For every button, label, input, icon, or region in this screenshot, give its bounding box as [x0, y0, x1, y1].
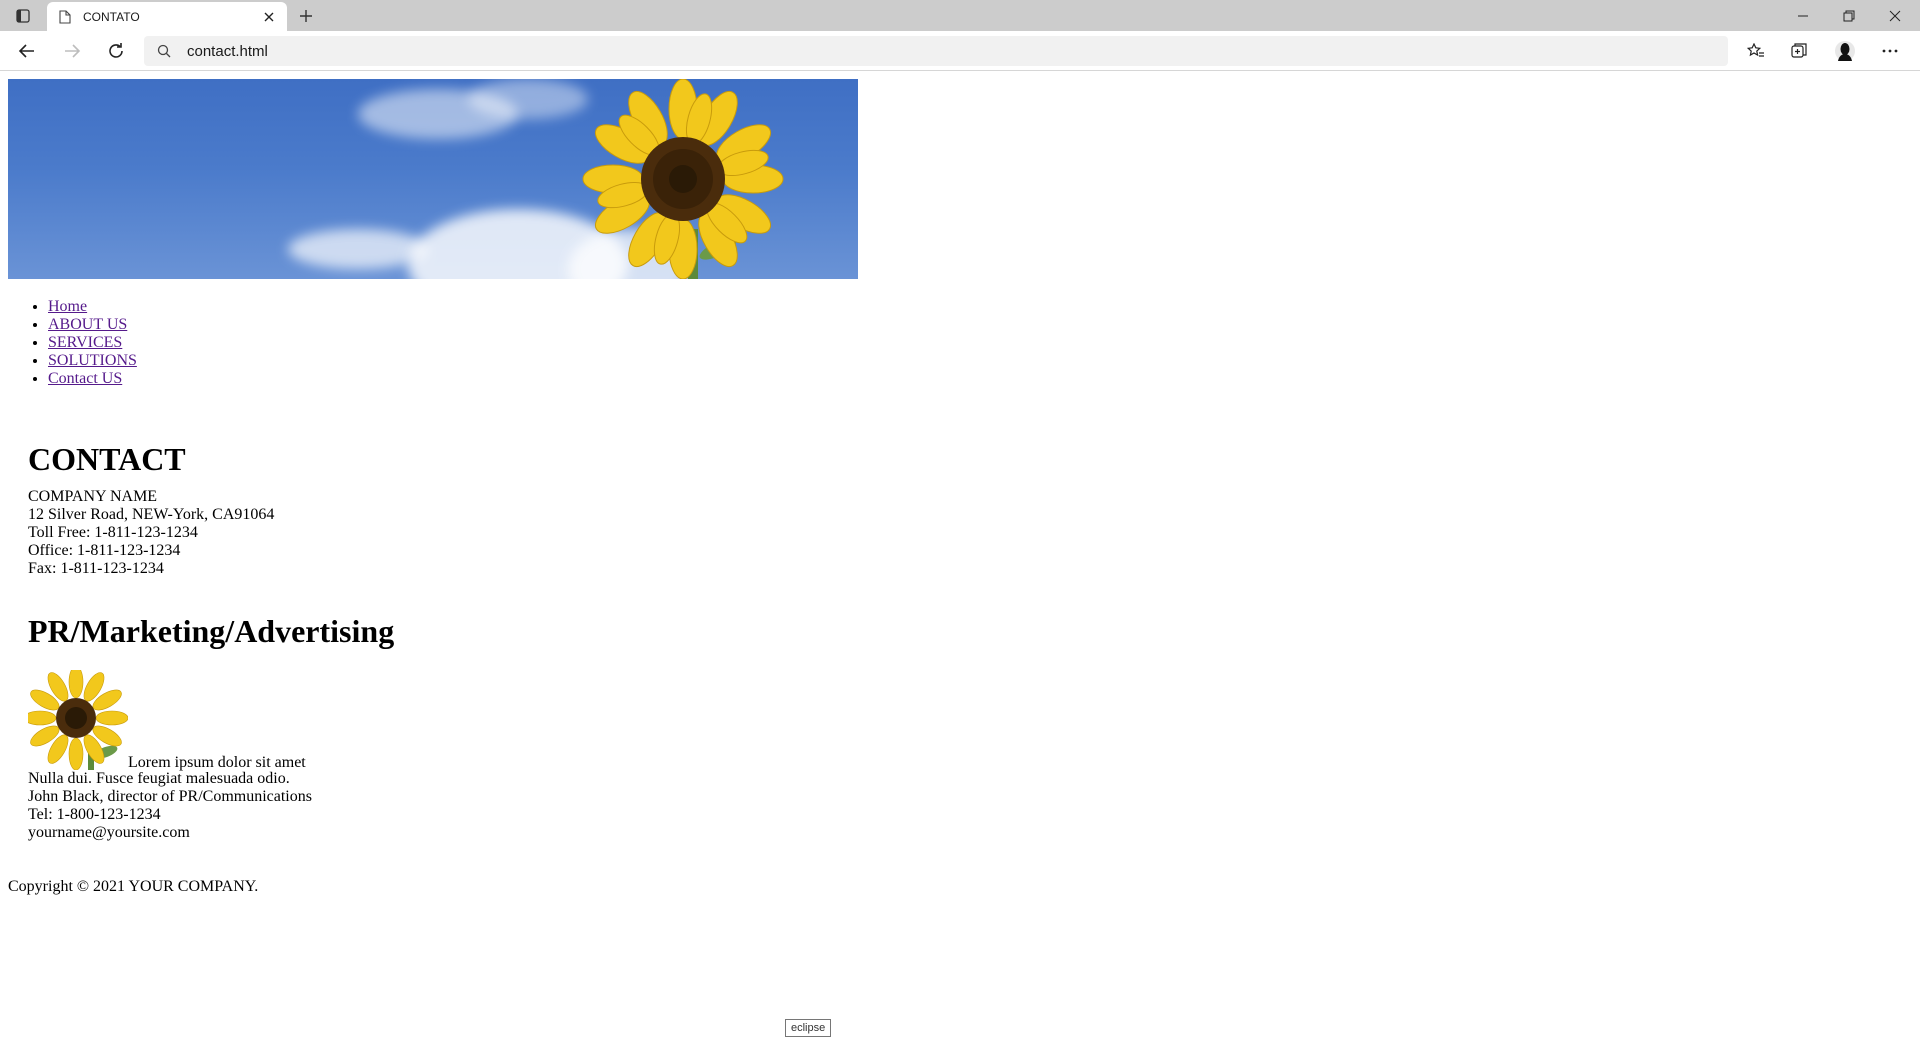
- restore-icon[interactable]: [1826, 0, 1872, 31]
- profile-icon[interactable]: [1829, 37, 1861, 65]
- pr-section: PR/Marketing/Advertising Lorem ipsum dol…: [28, 612, 628, 842]
- pr-heading: PR/Marketing/Advertising: [28, 613, 395, 649]
- pr-description: Nulla dui. Fusce feugiat malesuada odio.: [28, 770, 290, 787]
- browser-tab[interactable]: CONTATO: [47, 2, 287, 31]
- nav-item-contact: Contact US: [48, 370, 137, 388]
- nav-item-services: SERVICES: [48, 334, 137, 352]
- contact-section: CONTACT COMPANY NAME 12 Silver Road, NEW…: [28, 440, 628, 578]
- more-icon[interactable]: [1874, 37, 1906, 65]
- favorites-icon[interactable]: [1740, 37, 1772, 65]
- sunflower-icon: [582, 79, 784, 279]
- toll-free: Toll Free: 1-811-123-1234: [28, 524, 198, 541]
- tab-bar: CONTATO: [0, 0, 1920, 31]
- pr-image-row: Lorem ipsum dolor sit amet: [28, 670, 628, 771]
- page-favicon-icon: [57, 9, 73, 25]
- pr-phone: Tel: 1-800-123-1234: [28, 806, 161, 823]
- footer-copyright: Copyright © 2021 YOUR COMPANY.: [8, 878, 259, 895]
- company-address: 12 Silver Road, NEW-York, CA91064: [28, 506, 275, 523]
- tab-title: CONTATO: [83, 9, 140, 24]
- plus-icon[interactable]: [295, 5, 317, 27]
- tooltip: eclipse: [785, 1019, 832, 1037]
- company-name: COMPANY NAME: [28, 488, 158, 505]
- refresh-icon[interactable]: [100, 37, 132, 65]
- page-content: Home ABOUT US SERVICES SOLUTIONS Contact…: [0, 72, 1920, 1040]
- fax: Fax: 1-811-123-1234: [28, 560, 164, 577]
- browser-toolbar: contact.html: [0, 31, 1920, 71]
- main-nav: Home ABOUT US SERVICES SOLUTIONS Contact…: [8, 298, 137, 388]
- pr-email: yourname@yoursite.com: [28, 824, 190, 841]
- nav-item-about: ABOUT US: [48, 316, 137, 334]
- nav-link-home[interactable]: Home: [48, 298, 87, 315]
- address-bar[interactable]: contact.html: [144, 36, 1728, 66]
- address-text: contact.html: [187, 42, 268, 60]
- back-icon[interactable]: [11, 37, 43, 65]
- collections-icon[interactable]: [1783, 37, 1815, 65]
- office-phone: Office: 1-811-123-1234: [28, 542, 181, 559]
- pr-contact-name: John Black, director of PR/Communication…: [28, 788, 312, 805]
- nav-item-home: Home: [48, 298, 137, 316]
- contact-heading: CONTACT: [28, 441, 186, 477]
- forward-icon[interactable]: [56, 37, 88, 65]
- minimize-icon[interactable]: [1780, 0, 1826, 31]
- window-close-icon[interactable]: [1872, 0, 1918, 31]
- close-icon[interactable]: [261, 9, 277, 25]
- nav-link-contact[interactable]: Contact US: [48, 370, 122, 387]
- header-banner-image: [8, 79, 858, 279]
- nav-link-solutions[interactable]: SOLUTIONS: [48, 352, 137, 369]
- sunflower-thumbnail-icon: [28, 670, 128, 770]
- nav-link-about[interactable]: ABOUT US: [48, 316, 127, 333]
- search-icon: [144, 36, 184, 66]
- nav-item-solutions: SOLUTIONS: [48, 352, 137, 370]
- nav-link-services[interactable]: SERVICES: [48, 334, 122, 351]
- tab-actions-icon[interactable]: [9, 6, 37, 26]
